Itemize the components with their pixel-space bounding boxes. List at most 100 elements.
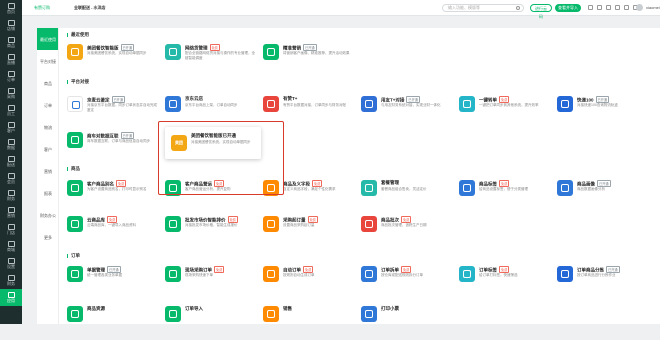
sidebar-item[interactable]: 店铺 bbox=[0, 17, 22, 34]
category-item[interactable]: 商品 bbox=[37, 72, 58, 94]
user-name[interactable]: xiaomei bbox=[646, 5, 660, 10]
popup-desc: 对接美团餐饮系统，实现自动单据同步 bbox=[191, 140, 251, 144]
app-card[interactable]: 客户商品营运 免费 客户商品营运分析，提升复购 bbox=[165, 178, 259, 214]
sidebar-item[interactable]: 财务 bbox=[0, 272, 22, 289]
app-tag: 免费 bbox=[401, 216, 412, 223]
app-card[interactable]: 批发市场价智能排价 免费 对接批发市场价格，智能生成报价 bbox=[165, 214, 259, 250]
moq-icon bbox=[263, 216, 279, 232]
sidebar-item[interactable]: 直播 bbox=[0, 51, 22, 68]
jd-cloud-logo bbox=[165, 96, 181, 112]
app-desc: 自定义商品字段，满足个性化需求 bbox=[283, 187, 336, 191]
app-card[interactable]: 采购起订量 免费 设置商品采购起订量 bbox=[263, 214, 357, 250]
sidebar-item-label: 直播 bbox=[7, 60, 15, 65]
sidebar-item[interactable]: 设置 bbox=[0, 255, 22, 272]
store-name[interactable]: 全联配送 - 水洋店 bbox=[74, 5, 134, 11]
app-card[interactable]: 有赞T+ 有赞平台数据对接，订单同步与财务对账 bbox=[263, 94, 357, 130]
app-desc: 商品数据画像分析 bbox=[577, 187, 605, 191]
help-icon[interactable] bbox=[606, 5, 611, 10]
category-item[interactable]: 订单 bbox=[37, 94, 58, 116]
portrait-icon bbox=[557, 180, 573, 196]
app-card[interactable]: 用友T+对接 已开通 与用友财务系统对接，实现业财一体化 bbox=[361, 94, 455, 130]
sidebar-item-label: 财务 bbox=[7, 196, 15, 201]
sidebar-item[interactable]: 订单 bbox=[0, 68, 22, 85]
category-item[interactable]: 物流 bbox=[37, 116, 58, 138]
search-icon[interactable] bbox=[516, 6, 520, 10]
search-input[interactable]: 输入功能、模版等 bbox=[442, 4, 524, 12]
app-tag: 免费 bbox=[214, 266, 225, 273]
app-card[interactable]: 一键转单 免费 一键把订单同步到其他系统，提升效率 bbox=[459, 94, 553, 130]
category-item[interactable]: 报表 bbox=[37, 182, 58, 204]
sidebar-item[interactable]: 应用 bbox=[0, 289, 22, 306]
tag-icon bbox=[67, 180, 83, 196]
app-card[interactable]: 商品资源 bbox=[67, 304, 161, 340]
app-desc: 云端商品库，一键导入商品资料 bbox=[87, 223, 136, 227]
app-card[interactable]: 商品及义字段 免费 自定义商品字段，满足个性化需求 bbox=[263, 178, 357, 214]
app-card[interactable]: 快递100 已开通 对接快递100查询物流轨迹 bbox=[557, 94, 651, 130]
sidebar-item[interactable]: 营销 bbox=[0, 204, 22, 221]
app-title: 客户商品别名 bbox=[87, 181, 114, 187]
section-recent: 最近使用 bbox=[67, 32, 89, 38]
category-item[interactable]: 平台对接 bbox=[37, 50, 58, 72]
apply-button[interactable]: 进行云码 bbox=[530, 4, 552, 19]
avatar[interactable] bbox=[636, 4, 643, 11]
app-card[interactable]: 京东云店 京东平台商品上架，订单自动同步 bbox=[165, 94, 259, 130]
app-card[interactable]: 商品标签 免费 给商品设置标签，便于分类管理 bbox=[459, 178, 553, 214]
sidebar-item[interactable]: 采购 bbox=[0, 85, 22, 102]
app-card[interactable]: 订单商品分拣 已开通 按订单商品进行分拣作业 bbox=[557, 264, 651, 300]
bell-icon[interactable] bbox=[588, 5, 593, 10]
app-desc: 商车数据互联，订单与商品信息自动同步 bbox=[87, 139, 150, 143]
app-card[interactable]: 销售 bbox=[263, 304, 357, 340]
category-item[interactable]: 更多 bbox=[37, 226, 58, 248]
app-tag: 已开通 bbox=[111, 96, 126, 103]
app-card[interactable]: 订单标签 免费 给订单打标签，快速筛选 bbox=[459, 264, 553, 300]
category-item[interactable]: 财务办公 bbox=[37, 204, 58, 226]
app-card[interactable]: 精准营销 已开通 将营销客户画像、精准推荐、提升活动效果 bbox=[263, 42, 357, 78]
sidebar-item[interactable]: 财务 bbox=[0, 187, 22, 204]
category-item[interactable]: 最近使用 bbox=[37, 28, 58, 50]
cart-icon[interactable] bbox=[615, 5, 620, 10]
message-icon[interactable] bbox=[597, 5, 602, 10]
app-desc: 对接京东平台数据，同步订单状态并自动完成鉴定 bbox=[87, 103, 157, 112]
app-card[interactable]: 网络货管理 免费 配合全链路网络货对接与操作的专业管理，全链智能调度 bbox=[165, 42, 259, 78]
app-card[interactable]: 自动订单 免费 按规则自动生成订单 bbox=[263, 264, 357, 300]
sidebar-item[interactable]: 配送 bbox=[0, 153, 22, 170]
app-card[interactable]: 京麦云鉴定 已开通 对接京东平台数据，同步订单状态并自动完成鉴定 bbox=[67, 94, 161, 130]
sidebar-item-label: 员工 bbox=[7, 111, 15, 116]
grid-icon[interactable] bbox=[624, 5, 629, 10]
sidebar-item[interactable]: 商品 bbox=[0, 34, 22, 51]
app-card[interactable]: 现场采购订单 免费 现场采购快速下单 bbox=[165, 264, 259, 300]
app-card[interactable]: 打印小票 bbox=[361, 304, 455, 340]
sidebar-item-label: 应用 bbox=[7, 298, 15, 303]
sidebar-item[interactable]: 数据 bbox=[0, 136, 22, 153]
app-card[interactable]: 订单拆单 免费 按仓库或配送规则拆分订单 bbox=[361, 264, 455, 300]
category-item[interactable]: 营销 bbox=[37, 160, 58, 182]
app-desc: 有赞平台数据对接，订单同步与财务对账 bbox=[283, 103, 346, 107]
app-title: 有赞T+ bbox=[283, 96, 298, 101]
app-card[interactable]: 单据管理 已开通 统一管理各类业务单据 bbox=[67, 264, 161, 300]
app-card[interactable]: 云商品库 免费 云端商品库，一键导入商品资料 bbox=[67, 214, 161, 250]
app-title: 商车对数据互联 bbox=[87, 133, 119, 139]
app-popover[interactable]: 美团 美团餐饮智能版已开通 对接美团餐饮系统，实现自动单据同步 bbox=[165, 127, 261, 159]
app-card[interactable]: 商品批次 免费 商品批次管理，追踪生产日期 bbox=[361, 214, 455, 250]
app-card[interactable]: 客户商品别名 免费 为客户设置商品别名，打印时显示别名 bbox=[67, 178, 161, 214]
app-card[interactable]: 商车对数据互联 已开通 商车数据互联，订单与商品信息自动同步 bbox=[67, 130, 161, 166]
sidebar-item[interactable]: 员工 bbox=[0, 102, 22, 119]
app-card[interactable]: 订单导入 bbox=[165, 304, 259, 340]
app-card[interactable]: 套餐管理 套餐商品组合售卖，灵活定价 bbox=[361, 178, 455, 214]
category-item-label: 最近使用 bbox=[40, 36, 56, 42]
app-card[interactable]: 美团餐饮智能版 已开通 对接美团餐饮系统，实现自动单据同步 bbox=[67, 42, 161, 78]
app-tag: 免费 bbox=[312, 180, 323, 187]
section-goods: 商品 bbox=[67, 166, 80, 172]
app-title: 京东云店 bbox=[185, 96, 203, 101]
app-card[interactable]: 商品画像 已开通 商品数据画像分析 bbox=[557, 178, 651, 214]
sidebar-item[interactable]: 门店 bbox=[0, 221, 22, 238]
category-item[interactable]: 客户 bbox=[37, 138, 58, 160]
update-button[interactable]: 查看并导入 bbox=[555, 4, 581, 12]
app-tag: 免费 bbox=[214, 180, 225, 187]
sidebar-item[interactable]: 客户 bbox=[0, 119, 22, 136]
sidebar-item[interactable]: 商城 bbox=[0, 238, 22, 255]
sidebar-item[interactable]: 会员 bbox=[0, 170, 22, 187]
app-title: 单据管理 bbox=[87, 267, 105, 273]
cloud-icon bbox=[67, 216, 83, 232]
sidebar-item[interactable]: 首页 bbox=[0, 0, 22, 17]
